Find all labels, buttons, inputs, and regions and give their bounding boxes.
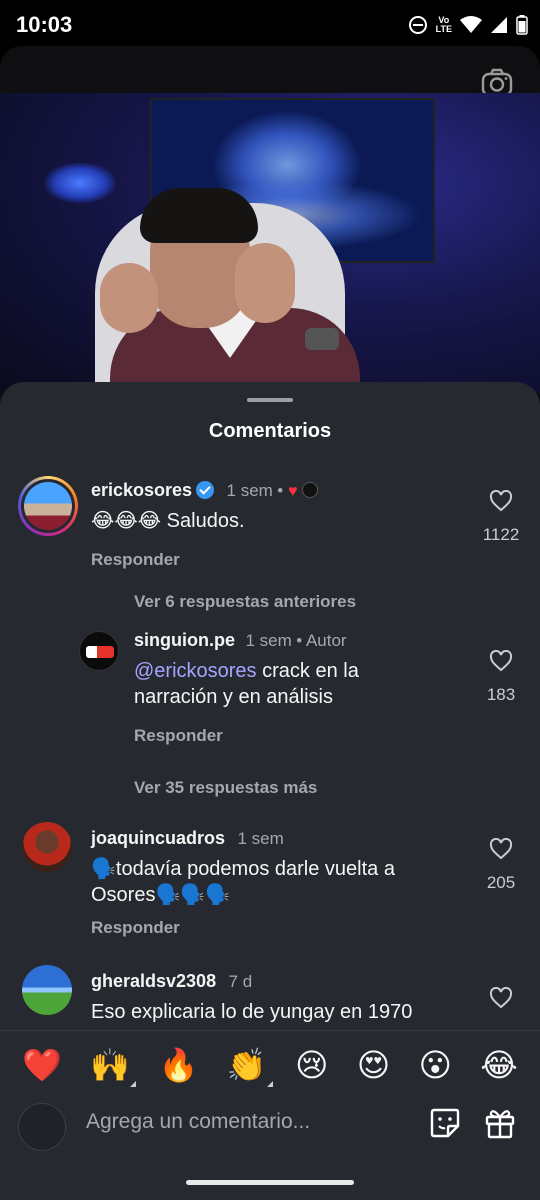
skin-tone-indicator <box>266 1080 273 1087</box>
status-bar: 10:03 Vo LTE <box>0 0 540 48</box>
like-count: 205 <box>486 873 516 892</box>
status-time: 10:03 <box>16 12 73 37</box>
emoji-red-heart[interactable]: ❤️ <box>22 1045 62 1085</box>
reply-button[interactable]: Responder <box>134 726 223 746</box>
wifi-icon <box>460 16 482 33</box>
reply-button[interactable]: Responder <box>91 918 180 938</box>
comment-username[interactable]: joaquincuadros <box>91 828 225 848</box>
emoji-fire[interactable]: 🔥 <box>159 1045 199 1085</box>
sheet-title: Comentarios <box>208 420 332 442</box>
emoji-surprised-face[interactable]: 😮 <box>419 1045 452 1085</box>
battery-icon <box>516 15 528 35</box>
skin-tone-indicator <box>130 1080 137 1087</box>
like-control[interactable]: 183 <box>476 649 526 705</box>
sticker-icon[interactable] <box>428 1106 462 1140</box>
singuion-logo <box>86 646 114 658</box>
volte-icon: Vo LTE <box>436 16 452 34</box>
comment-username[interactable]: gheraldsv2308 <box>91 971 216 991</box>
emoji-crying-face[interactable]: 😢 <box>295 1045 328 1085</box>
comment-time: 1 sem <box>226 481 273 500</box>
comment-time: 7 d <box>228 972 253 991</box>
current-user-avatar <box>18 1103 66 1151</box>
like-control[interactable]: 1122 <box>476 489 526 545</box>
heart-icon[interactable] <box>489 489 513 512</box>
emoji-glyph: 🙌 <box>90 1045 131 1084</box>
emoji-raising-hands[interactable]: 🙌 <box>90 1045 137 1087</box>
signal-icon <box>491 17 507 33</box>
dot-separator: • <box>296 631 306 650</box>
like-control[interactable]: 205 <box>476 837 526 893</box>
comment-time: 1 sem <box>237 829 284 848</box>
video-person-hair <box>140 188 258 243</box>
comment-text: Eso explicaria lo de yungay en 1970 <box>91 1001 413 1023</box>
heart-icon[interactable] <box>489 837 513 860</box>
view-more-replies-link[interactable]: Ver 35 respuestas más <box>134 778 317 798</box>
dot-separator: • <box>277 481 288 500</box>
comment-input[interactable]: Agrega un comentario... <box>86 1110 310 1134</box>
comment-username[interactable]: singuion.pe <box>134 630 235 650</box>
liked-by-creator-heart-icon: ♥ <box>287 483 298 500</box>
comment-text-container: @erickosores crack en la narración y en … <box>134 658 434 710</box>
reply-button[interactable]: Responder <box>91 550 180 570</box>
view-previous-replies-link[interactable]: Ver 6 respuestas anteriores <box>134 592 356 612</box>
comments-list[interactable]: erickosores 1 sem • ♥ 😂😂😂 Saludos. Respo… <box>0 472 540 1028</box>
emoji-heart-eyes[interactable]: 😍 <box>357 1045 390 1085</box>
video-person-hand-right <box>235 243 295 323</box>
creator-mini-avatar <box>301 482 318 498</box>
heart-icon[interactable] <box>489 986 513 1009</box>
video-person-watch <box>305 328 339 350</box>
heart-icon[interactable] <box>489 649 513 672</box>
verified-badge-icon <box>196 481 215 499</box>
like-count: 1122 <box>482 525 520 544</box>
mention-link[interactable]: @erickosores <box>134 660 257 682</box>
comment-text: 🗣️todavía podemos darle vuelta a Osores🗣… <box>91 858 395 906</box>
avatar[interactable] <box>18 476 78 536</box>
video-lamp <box>45 163 115 203</box>
comment-time: 1 sem <box>245 631 292 650</box>
emoji-clapping-hands[interactable]: 👏 <box>226 1045 273 1087</box>
system-nav-bar <box>0 1168 540 1200</box>
emoji-tears-of-joy[interactable]: 😂 <box>480 1045 517 1085</box>
comment-username[interactable]: erickosores <box>91 480 192 500</box>
reel-video[interactable] <box>0 93 540 393</box>
avatar[interactable] <box>22 965 72 1015</box>
sheet-drag-handle[interactable] <box>247 398 293 402</box>
emoji-glyph: 👏 <box>226 1045 267 1084</box>
status-icons: Vo LTE <box>408 12 528 38</box>
lte-label: LTE <box>435 24 452 34</box>
home-indicator[interactable] <box>186 1180 354 1185</box>
do-not-disturb-icon <box>408 16 427 34</box>
like-control[interactable] <box>476 986 526 1014</box>
author-tag: Autor <box>305 631 347 650</box>
gift-icon[interactable] <box>483 1106 517 1140</box>
like-count: 183 <box>486 685 516 704</box>
video-person-hand-left <box>100 263 158 333</box>
avatar[interactable] <box>22 822 72 872</box>
comment-composer: Agrega un comentario... <box>0 1098 540 1168</box>
comment-text: 😂😂😂 Saludos. <box>91 510 245 532</box>
emoji-quick-bar: ❤️ 🙌 🔥 👏 😢 😍 😮 😂 <box>0 1030 540 1098</box>
avatar[interactable] <box>79 631 119 671</box>
